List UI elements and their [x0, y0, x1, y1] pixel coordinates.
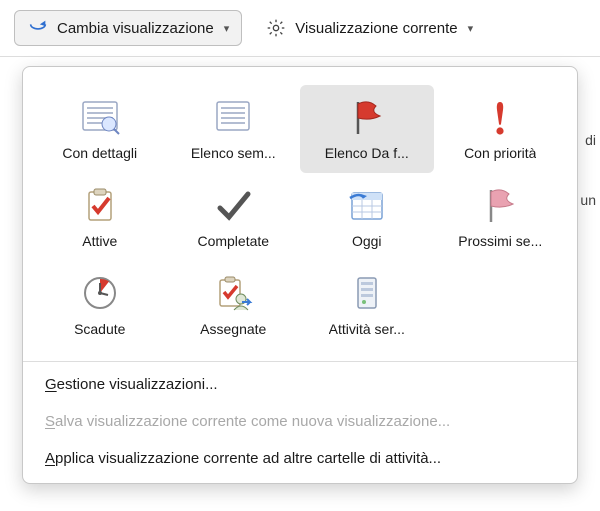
current-view-button[interactable]: Visualizzazione corrente ▾	[252, 10, 486, 46]
list-detail-icon	[78, 95, 122, 139]
view-label: Scadute	[74, 321, 125, 337]
flag-icon	[345, 95, 389, 139]
flag-outline-icon	[478, 183, 522, 227]
list-icon	[211, 95, 255, 139]
menu-text: alva visualizzazione corrente come nuova…	[55, 413, 450, 430]
view-assigned[interactable]: Assegnate	[167, 261, 301, 349]
view-simple-list[interactable]: Elenco sem...	[167, 85, 301, 173]
menu-text: estione visualizzazioni...	[57, 376, 218, 393]
view-server-tasks[interactable]: Attività ser...	[300, 261, 434, 349]
current-view-label: Visualizzazione corrente	[295, 20, 457, 37]
menu-apply-view[interactable]: Applica visualizzazione corrente ad altr…	[23, 440, 577, 477]
view-label: Attività ser...	[329, 321, 405, 337]
mnemonic: A	[45, 450, 55, 467]
ribbon-toolbar: Cambia visualizzazione ▾ Visualizzazione…	[0, 0, 600, 57]
menu-save-view: Salva visualizzazione corrente come nuov…	[23, 403, 577, 440]
view-today[interactable]: Oggi	[300, 173, 434, 261]
clipboard-user-icon	[211, 271, 255, 315]
view-label: Con dettagli	[62, 145, 137, 161]
view-active[interactable]: Attive	[33, 173, 167, 261]
background-text: un	[580, 192, 596, 208]
mnemonic: G	[45, 376, 57, 393]
view-label: Completate	[197, 233, 269, 249]
view-next-seven[interactable]: Prossimi se...	[434, 173, 568, 261]
menu-text: pplica visualizzazione corrente ad altre…	[55, 450, 441, 467]
view-label: Assegnate	[200, 321, 266, 337]
change-view-label: Cambia visualizzazione	[57, 20, 214, 37]
background-text: di	[585, 132, 596, 148]
view-overdue[interactable]: Scadute	[33, 261, 167, 349]
view-label: Attive	[82, 233, 117, 249]
gear-icon	[265, 17, 287, 39]
menu-separator	[23, 361, 577, 362]
view-label: Elenco sem...	[191, 145, 276, 161]
server-icon	[345, 271, 389, 315]
change-view-dropdown: Con dettagli Elenco sem... Elenco Da f..…	[22, 66, 578, 484]
view-detailed[interactable]: Con dettagli	[33, 85, 167, 173]
change-view-button[interactable]: Cambia visualizzazione ▾	[14, 10, 242, 46]
exclamation-icon	[478, 95, 522, 139]
chevron-down-icon: ▾	[224, 22, 230, 35]
clock-overdue-icon	[78, 271, 122, 315]
view-label: Oggi	[352, 233, 382, 249]
view-priority[interactable]: Con priorità	[434, 85, 568, 173]
clipboard-check-icon	[78, 183, 122, 227]
chevron-down-icon: ▾	[468, 22, 474, 35]
view-label: Elenco Da f...	[325, 145, 409, 161]
calendar-today-icon	[345, 183, 389, 227]
change-view-icon	[27, 17, 49, 39]
view-grid: Con dettagli Elenco sem... Elenco Da f..…	[23, 79, 577, 359]
checkmark-icon	[211, 183, 255, 227]
view-completed[interactable]: Completate	[167, 173, 301, 261]
menu-manage-views[interactable]: Gestione visualizzazioni...	[23, 366, 577, 403]
view-label: Prossimi se...	[458, 233, 542, 249]
mnemonic: S	[45, 413, 55, 430]
view-label: Con priorità	[464, 145, 536, 161]
view-todo-list[interactable]: Elenco Da f...	[300, 85, 434, 173]
